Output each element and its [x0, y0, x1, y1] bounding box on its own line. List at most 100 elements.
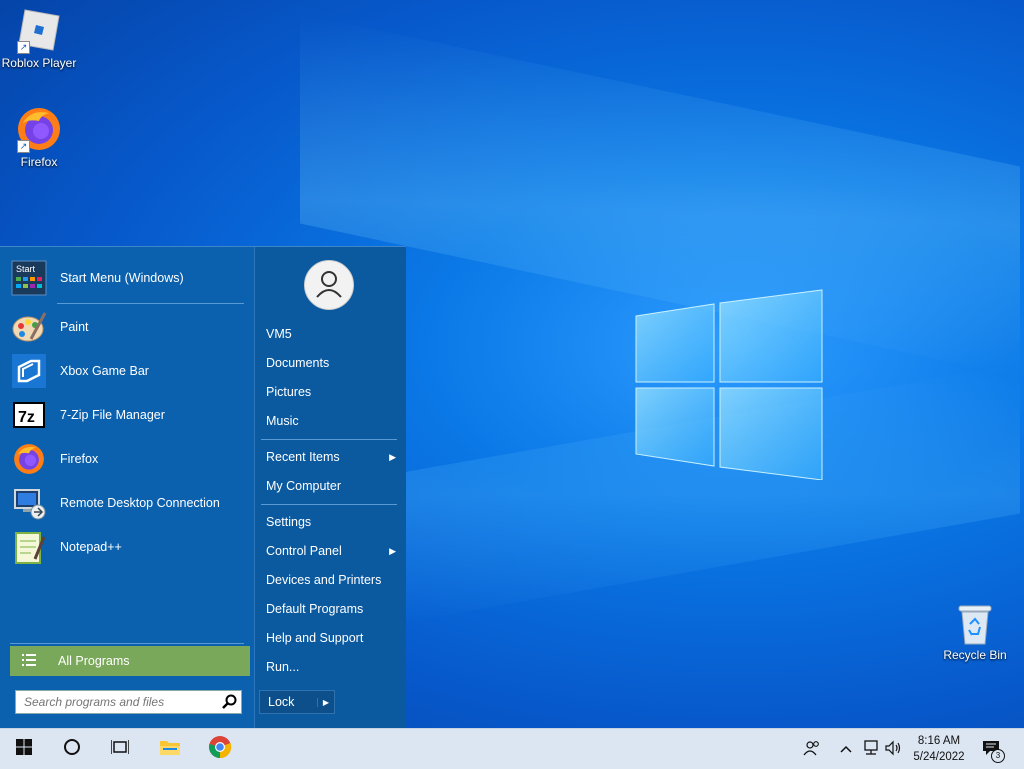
search-programs-input[interactable] [22, 694, 221, 710]
firefox-icon: ↗ [15, 105, 63, 153]
svg-text:Start: Start [16, 264, 36, 274]
start-menu-places-pane: VM5 Documents Pictures Music Recent Item… [254, 247, 406, 729]
chrome-button[interactable] [196, 729, 244, 769]
show-hidden-icons-button[interactable] [836, 729, 856, 769]
program-remote-desktop-connection[interactable]: Remote Desktop Connection [10, 482, 246, 524]
program-label: Remote Desktop Connection [60, 496, 220, 510]
program-notepad-plus-plus[interactable]: Notepad++ [10, 526, 246, 568]
menu-item-label: Devices and Printers [266, 573, 382, 587]
windows-logo-wallpaper [632, 288, 824, 481]
menu-item-help-and-support[interactable]: Help and Support [266, 625, 400, 651]
list-icon [22, 653, 36, 669]
clock-time: 8:16 AM [917, 735, 961, 747]
menu-item-devices-and-printers[interactable]: Devices and Printers [266, 567, 400, 593]
all-programs-button[interactable]: All Programs [10, 646, 250, 676]
program-7zip-file-manager[interactable]: 7z 7-Zip File Manager [10, 394, 246, 436]
shortcut-arrow-icon: ↗ [17, 41, 30, 54]
program-firefox[interactable]: Firefox [10, 438, 246, 480]
menu-item-settings[interactable]: Settings [266, 509, 400, 535]
folder-icon [159, 738, 181, 761]
network-icon [862, 739, 880, 759]
all-programs-label: All Programs [58, 654, 130, 668]
menu-item-pictures[interactable]: Pictures [266, 379, 400, 405]
menu-item-label: VM5 [266, 327, 292, 341]
desktop-icon-label: Firefox [20, 155, 58, 169]
menu-item-run[interactable]: Run... [266, 654, 400, 680]
chevron-right-icon: ▶ [389, 545, 396, 556]
task-view-button[interactable] [96, 729, 144, 769]
menu-item-music[interactable]: Music [266, 408, 400, 434]
search-cortana-button[interactable] [48, 729, 96, 769]
menu-item-default-programs[interactable]: Default Programs [266, 596, 400, 622]
menu-item-user-folder[interactable]: VM5 [266, 321, 400, 347]
menu-item-label: Help and Support [266, 631, 364, 645]
menu-separator [261, 504, 397, 505]
start-menu-programs-pane: Start Start Menu (Windows) Paint Xbox Ga… [0, 247, 254, 729]
search-programs-box[interactable] [15, 690, 242, 714]
recycle-bin-icon [955, 602, 995, 646]
menu-item-control-panel[interactable]: Control Panel ▶ [266, 538, 400, 564]
menu-item-documents[interactable]: Documents [266, 350, 400, 376]
desktop-icon-recycle-bin[interactable]: Recycle Bin [935, 602, 1015, 662]
xbox-game-bar-icon [10, 352, 48, 390]
menu-item-label: Control Panel [266, 544, 342, 558]
people-icon [803, 740, 821, 759]
program-label: Xbox Game Bar [60, 364, 149, 378]
menu-separator [261, 439, 397, 440]
desktop-icon-roblox-player[interactable]: ↗ Roblox Player [0, 6, 79, 70]
search-icon[interactable] [221, 693, 239, 711]
user-avatar-icon[interactable] [304, 260, 354, 310]
notification-count-badge: 3 [991, 749, 1005, 763]
menu-item-label: Recent Items [266, 450, 340, 464]
action-center-button[interactable]: 3 [980, 729, 1005, 769]
people-button[interactable] [800, 729, 824, 769]
notepad-plus-plus-icon [10, 528, 48, 566]
program-xbox-game-bar[interactable]: Xbox Game Bar [10, 350, 246, 392]
start-menu: Start Start Menu (Windows) Paint Xbox Ga… [0, 246, 406, 729]
remote-desktop-icon [10, 484, 48, 522]
program-start-menu-windows[interactable]: Start Start Menu (Windows) [10, 257, 246, 299]
menu-item-label: Default Programs [266, 602, 364, 616]
desktop-icon-label: Recycle Bin [943, 648, 1007, 662]
menu-item-label: Settings [266, 515, 312, 529]
network-button[interactable] [860, 729, 882, 769]
file-explorer-button[interactable] [146, 729, 194, 769]
menu-item-recent-items[interactable]: Recent Items ▶ [266, 444, 400, 470]
windows-logo-icon [16, 738, 32, 760]
taskbar-clock[interactable]: 8:16 AM 5/24/2022 [904, 733, 974, 765]
start-button[interactable] [0, 729, 48, 769]
menu-separator [57, 303, 244, 304]
svg-text:7z: 7z [18, 409, 35, 426]
lock-button[interactable]: Lock [260, 695, 317, 709]
menu-separator [10, 643, 244, 644]
shortcut-arrow-icon: ↗ [17, 140, 30, 153]
chevron-right-icon: ▶ [389, 451, 396, 462]
menu-item-label: Documents [266, 356, 330, 370]
program-label: Notepad++ [60, 540, 122, 554]
lock-button-group: Lock ▶ [259, 690, 335, 714]
program-label: Firefox [60, 452, 99, 466]
menu-item-label: My Computer [266, 479, 342, 493]
clock-date: 5/24/2022 [913, 751, 965, 763]
firefox-icon [10, 440, 48, 478]
menu-item-label: Pictures [266, 385, 312, 399]
program-label: Start Menu (Windows) [60, 271, 184, 285]
menu-item-label: Run... [266, 660, 300, 674]
lock-options-arrow-icon[interactable]: ▶ [317, 697, 334, 707]
paint-icon [10, 308, 48, 346]
program-paint[interactable]: Paint [10, 306, 246, 348]
volume-button[interactable] [884, 729, 904, 769]
7zip-icon: 7z [10, 396, 48, 434]
menu-item-label: Music [266, 414, 299, 428]
chevron-up-icon [840, 742, 852, 756]
cortana-circle-icon [63, 738, 81, 761]
task-view-icon [110, 739, 130, 760]
desktop-icon-firefox[interactable]: ↗ Firefox [0, 105, 79, 169]
program-label: Paint [60, 320, 89, 334]
roblox-icon: ↗ [15, 6, 63, 54]
chrome-icon [208, 735, 232, 764]
desktop-icon-label: Roblox Player [1, 56, 77, 70]
notification-icon: 3 [982, 740, 1005, 763]
menu-item-my-computer[interactable]: My Computer [266, 473, 400, 499]
volume-icon [885, 740, 903, 759]
